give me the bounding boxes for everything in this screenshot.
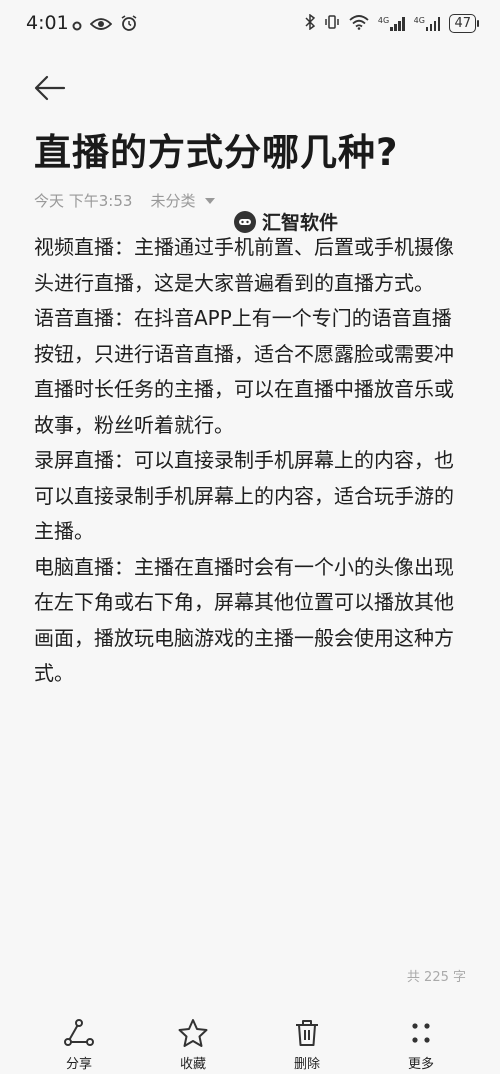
note-meta: 今天 下午3:53 未分类 [34, 190, 216, 211]
more-label: 更多 [407, 1057, 434, 1072]
star-icon [178, 1019, 208, 1047]
word-count: 共 225 字 [406, 970, 466, 985]
signal-icon: 4G [377, 15, 405, 31]
bluetooth-icon [305, 13, 316, 33]
alarm-icon [120, 14, 138, 36]
eye-icon [89, 16, 113, 35]
note-title[interactable]: 直播的方式分哪几种? [34, 122, 398, 176]
share-button[interactable]: 分享 [39, 1018, 119, 1072]
share-icon [64, 1019, 94, 1046]
bottom-toolbar: 分享 收藏 删除 更多 [0, 1012, 500, 1074]
status-time: 4:01 [26, 12, 69, 34]
signal-2-label: 4G [413, 15, 425, 25]
back-arrow-icon [34, 75, 66, 101]
delete-button[interactable]: 删除 [267, 1018, 347, 1072]
note-body[interactable]: 视频直播：主播通过手机前置、后置或手机摄像头进行直播，这是大家普遍看到的直播方式… [34, 230, 470, 692]
delete-label: 删除 [293, 1057, 320, 1072]
category-selector[interactable]: 未分类 [150, 190, 216, 211]
favorite-button[interactable]: 收藏 [153, 1018, 233, 1072]
vibrate-icon [324, 14, 340, 33]
signal-icon: 4G [413, 15, 441, 31]
trash-icon [296, 1020, 318, 1046]
category-label: 未分类 [150, 192, 196, 210]
signal-1-label: 4G [377, 15, 390, 25]
battery-icon: 47 [449, 14, 479, 33]
more-dots-icon [412, 1023, 430, 1043]
back-button[interactable] [30, 68, 70, 108]
paragraph-video: 视频直播：主播通过手机前置、后置或手机摄像头进行直播，这是大家普遍看到的直播方式… [34, 235, 454, 295]
paragraph-screen: 录屏直播：可以直接录制手机屏幕上的内容，也可以直接录制手机屏幕上的内容，适合玩手… [34, 448, 454, 543]
paragraph-voice: 语音直播：在抖音APP上有一个专门的语音直播按钮，只进行语音直播，适合不愿露脸或… [34, 306, 454, 437]
note-date: 今天 下午3:53 [34, 192, 133, 210]
favorite-label: 收藏 [179, 1057, 206, 1072]
chevron-down-icon [205, 197, 216, 204]
paragraph-pc: 电脑直播：主播在直播时会有一个小的头像出现在左下角或右下角，屏幕其他位置可以播放… [34, 554, 454, 686]
status-bar: 4:01 4G 4G 47 [0, 0, 500, 48]
notification-dot-icon [72, 16, 82, 35]
share-label: 分享 [65, 1057, 92, 1072]
wifi-icon [349, 14, 369, 33]
more-button[interactable]: 更多 [381, 1018, 461, 1072]
